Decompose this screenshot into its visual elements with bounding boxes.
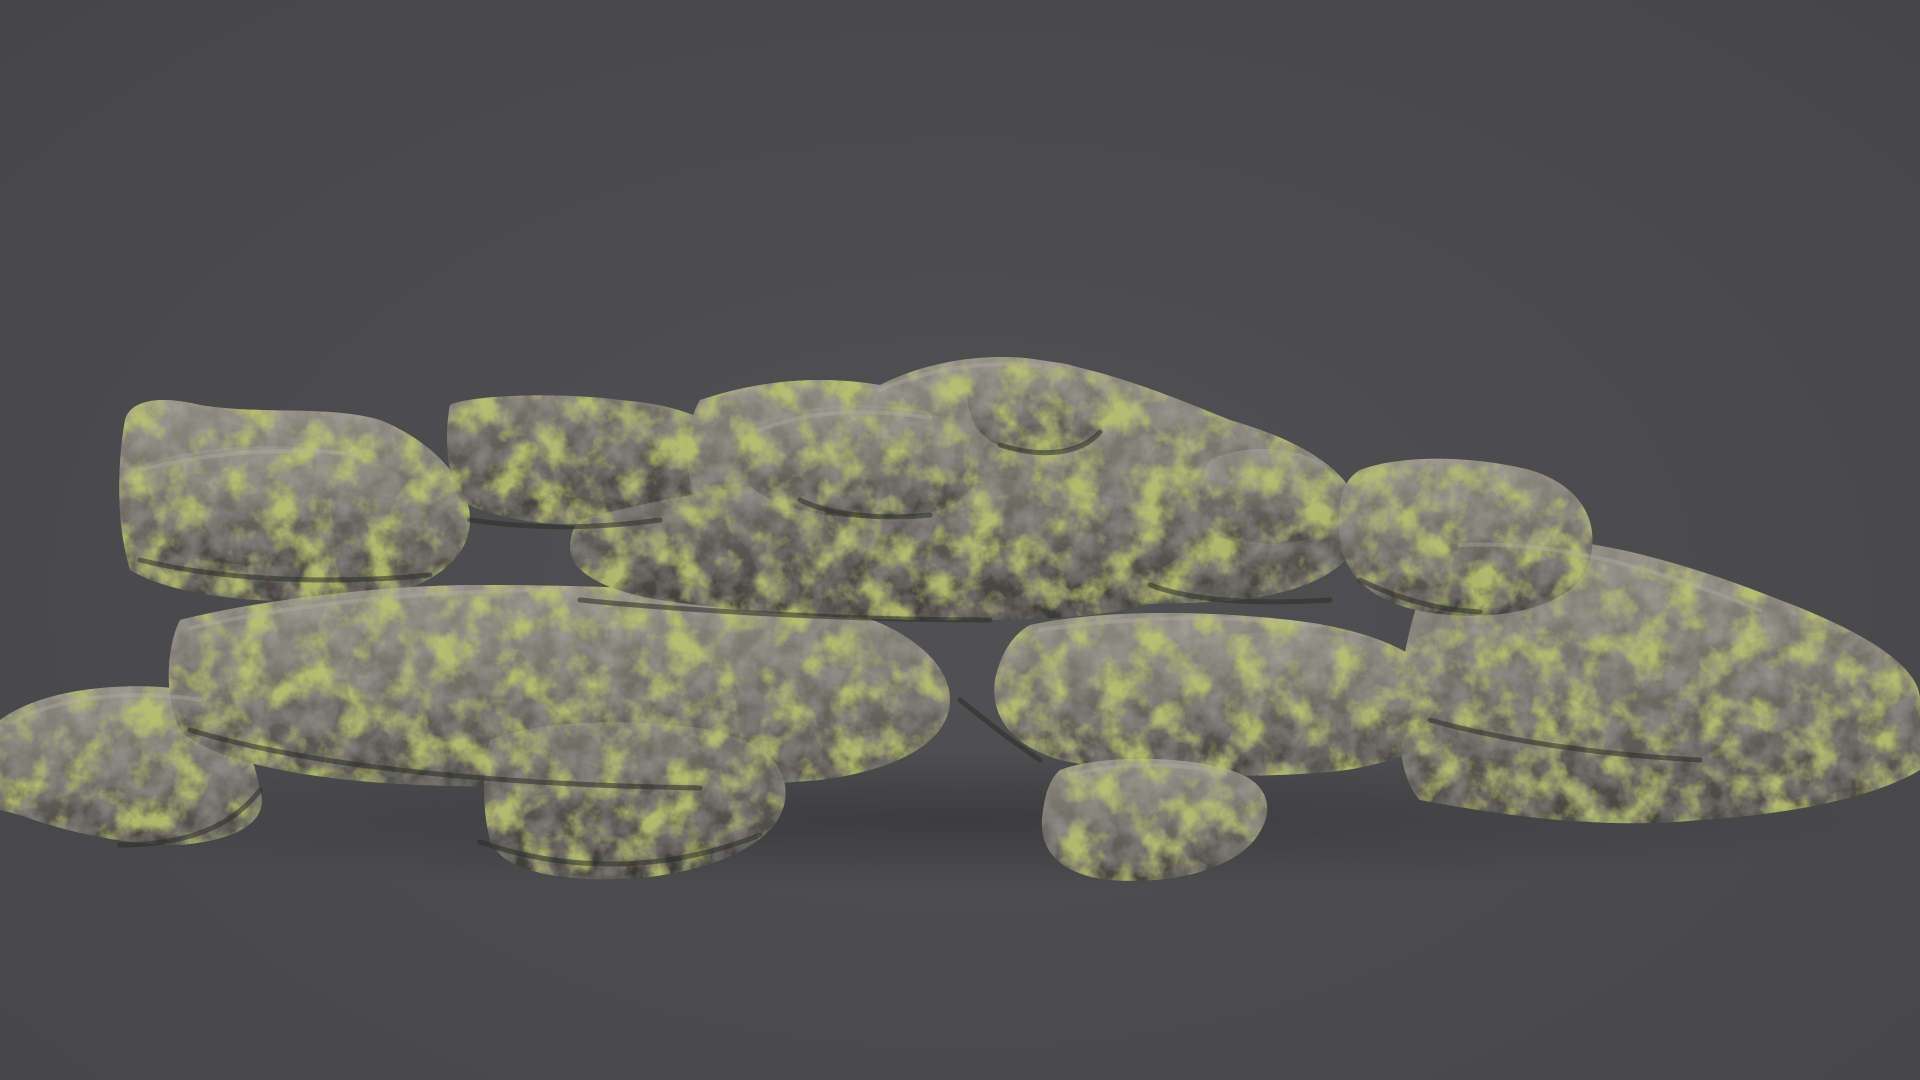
render-viewport (0, 0, 1920, 1080)
rock-scene (0, 357, 1920, 890)
